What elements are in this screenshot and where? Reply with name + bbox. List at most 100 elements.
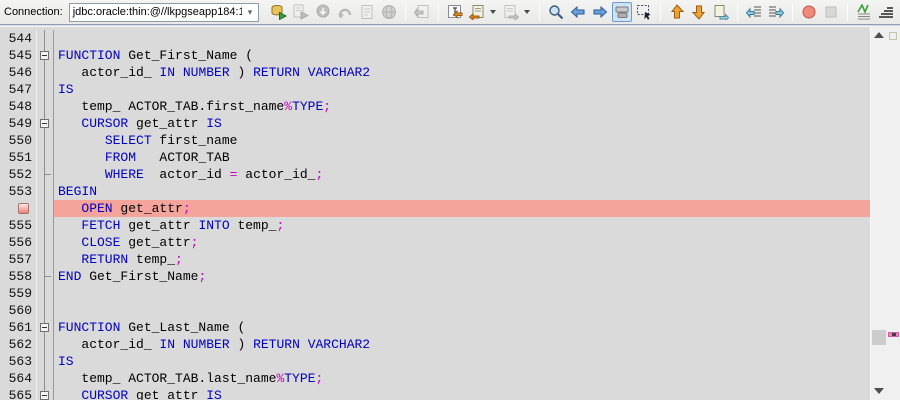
code-line[interactable]: 545 FUNCTION Get_First_Name ( (0, 47, 870, 64)
code-text[interactable]: FUNCTION Get_Last_Name ( (54, 319, 870, 336)
code-line[interactable]: 562 actor_id_ IN NUMBER ) RETURN VARCHAR… (0, 336, 870, 353)
line-number[interactable]: 553 (0, 183, 37, 200)
code-line[interactable]: 551 FROM ACTOR_TAB (0, 149, 870, 166)
code-line[interactable]: 564 temp_ ACTOR_TAB.last_name%TYPE; (0, 370, 870, 387)
code-line[interactable]: 560 (0, 302, 870, 319)
line-number[interactable]: 562 (0, 336, 37, 353)
code-text[interactable]: IS (54, 353, 870, 370)
code-text[interactable]: CURSOR get_attr IS (54, 387, 870, 400)
vertical-scrollbar[interactable] (870, 26, 887, 400)
code-text[interactable] (54, 302, 870, 319)
line-number[interactable]: 551 (0, 149, 37, 166)
next-edit-button[interactable] (689, 2, 709, 22)
replace-from-source-button[interactable] (467, 2, 487, 22)
line-number[interactable]: 546 (0, 64, 37, 81)
highlight-toggle-button[interactable] (612, 2, 632, 22)
code-text[interactable]: temp_ ACTOR_TAB.last_name%TYPE; (54, 370, 870, 387)
line-number[interactable]: 555 (0, 217, 37, 234)
code-text[interactable]: actor_id_ IN NUMBER ) RETURN VARCHAR2 (54, 336, 870, 353)
fold-collapse-icon[interactable] (40, 51, 49, 60)
scroll-up-icon[interactable] (871, 28, 887, 42)
navigate-back-button[interactable] (568, 2, 588, 22)
navigate-forward-button[interactable] (590, 2, 610, 22)
code-line[interactable]: OPEN get_attr; (0, 200, 870, 217)
execute-statement-button[interactable] (269, 2, 289, 22)
shift-left-button[interactable] (744, 2, 764, 22)
toggle-breakpoint-button[interactable] (799, 2, 819, 22)
code-text[interactable]: FETCH get_attr INTO temp_; (54, 217, 870, 234)
select-region-button[interactable] (634, 2, 654, 22)
overview-status-box-icon[interactable] (889, 32, 897, 40)
code-text[interactable]: BEGIN (54, 183, 870, 200)
line-number[interactable]: 565 (0, 387, 37, 400)
code-line[interactable]: 548 temp_ ACTOR_TAB.first_name%TYPE; (0, 98, 870, 115)
fold-collapse-icon[interactable] (40, 119, 49, 128)
code-text[interactable]: RETURN temp_; (54, 251, 870, 268)
toggle-bookmark-button[interactable] (711, 2, 731, 22)
line-number[interactable]: 559 (0, 285, 37, 302)
line-number[interactable]: 560 (0, 302, 37, 319)
line-number[interactable]: 561 (0, 319, 37, 336)
fold-collapse-icon[interactable] (40, 323, 49, 332)
code-line[interactable]: 555 FETCH get_attr INTO temp_; (0, 217, 870, 234)
scroll-down-icon[interactable] (871, 384, 887, 398)
code-text[interactable]: temp_ ACTOR_TAB.first_name%TYPE; (54, 98, 870, 115)
code-line[interactable]: 561 FUNCTION Get_Last_Name ( (0, 319, 870, 336)
code-line[interactable]: 552 WHERE actor_id = actor_id_; (0, 166, 870, 183)
line-number[interactable]: 564 (0, 370, 37, 387)
code-text[interactable]: CLOSE get_attr; (54, 234, 870, 251)
scrollbar-thumb[interactable] (872, 330, 886, 345)
code-editor[interactable]: 544545FUNCTION Get_First_Name (546 actor… (0, 26, 900, 400)
code-text[interactable]: WHERE actor_id = actor_id_; (54, 166, 870, 183)
search-button[interactable] (546, 2, 566, 22)
fold-line (44, 234, 45, 251)
code-text[interactable]: OPEN get_attr; (54, 200, 870, 217)
code-text[interactable]: FROM ACTOR_TAB (54, 149, 870, 166)
code-text[interactable] (54, 30, 870, 47)
code-line[interactable]: 559 (0, 285, 870, 302)
code-line[interactable]: 563 IS (0, 353, 870, 370)
code-area[interactable]: 544545FUNCTION Get_First_Name (546 actor… (0, 26, 870, 400)
line-number[interactable]: 544 (0, 30, 37, 47)
fold-collapse-icon[interactable] (40, 391, 49, 400)
breakpoint-icon[interactable] (18, 203, 29, 214)
line-number[interactable]: 557 (0, 251, 37, 268)
code-line[interactable]: 547 IS (0, 81, 870, 98)
code-text[interactable]: CURSOR get_attr IS (54, 115, 870, 132)
code-line[interactable]: 553 BEGIN (0, 183, 870, 200)
code-text[interactable]: actor_id_ IN NUMBER ) RETURN VARCHAR2 (54, 64, 870, 81)
line-number[interactable]: 550 (0, 132, 37, 149)
line-number[interactable]: 558 (0, 268, 37, 285)
line-number[interactable]: 549 (0, 115, 37, 132)
code-line[interactable]: 544 (0, 30, 870, 47)
code-text[interactable]: FUNCTION Get_First_Name ( (54, 47, 870, 64)
code-text[interactable]: IS (54, 81, 870, 98)
code-text[interactable]: SELECT first_name (54, 132, 870, 149)
previous-edit-button[interactable] (667, 2, 687, 22)
chevron-down-icon[interactable]: ▾ (242, 7, 258, 18)
line-number[interactable]: 556 (0, 234, 37, 251)
shift-right-button[interactable] (766, 2, 786, 22)
dropdown-caret-icon[interactable] (524, 10, 530, 14)
code-line[interactable]: 565 CURSOR get_attr IS (0, 387, 870, 400)
code-line[interactable]: 556 CLOSE get_attr; (0, 234, 870, 251)
code-text[interactable] (54, 285, 870, 302)
code-coverage-button[interactable] (854, 2, 874, 22)
code-line[interactable]: 558 END Get_First_Name; (0, 268, 870, 285)
code-line[interactable]: 550 SELECT first_name (0, 132, 870, 149)
overview-marker-icon[interactable] (888, 332, 899, 337)
statistics-button[interactable] (876, 2, 896, 22)
line-number[interactable]: 547 (0, 81, 37, 98)
dropdown-caret-icon[interactable] (490, 10, 496, 14)
code-text[interactable]: END Get_First_Name; (54, 268, 870, 285)
code-line[interactable]: 546 actor_id_ IN NUMBER ) RETURN VARCHAR… (0, 64, 870, 81)
line-number[interactable]: 563 (0, 353, 37, 370)
insert-text-button[interactable] (445, 2, 465, 22)
breakpoint-gutter-cell[interactable] (0, 200, 37, 217)
code-line[interactable]: 549 CURSOR get_attr IS (0, 115, 870, 132)
connection-combobox[interactable]: jdbc:oracle:thin:@//lkpgseapp184:1... ▾ (69, 3, 259, 22)
line-number[interactable]: 552 (0, 166, 37, 183)
line-number[interactable]: 548 (0, 98, 37, 115)
line-number[interactable]: 545 (0, 47, 37, 64)
code-line[interactable]: 557 RETURN temp_; (0, 251, 870, 268)
